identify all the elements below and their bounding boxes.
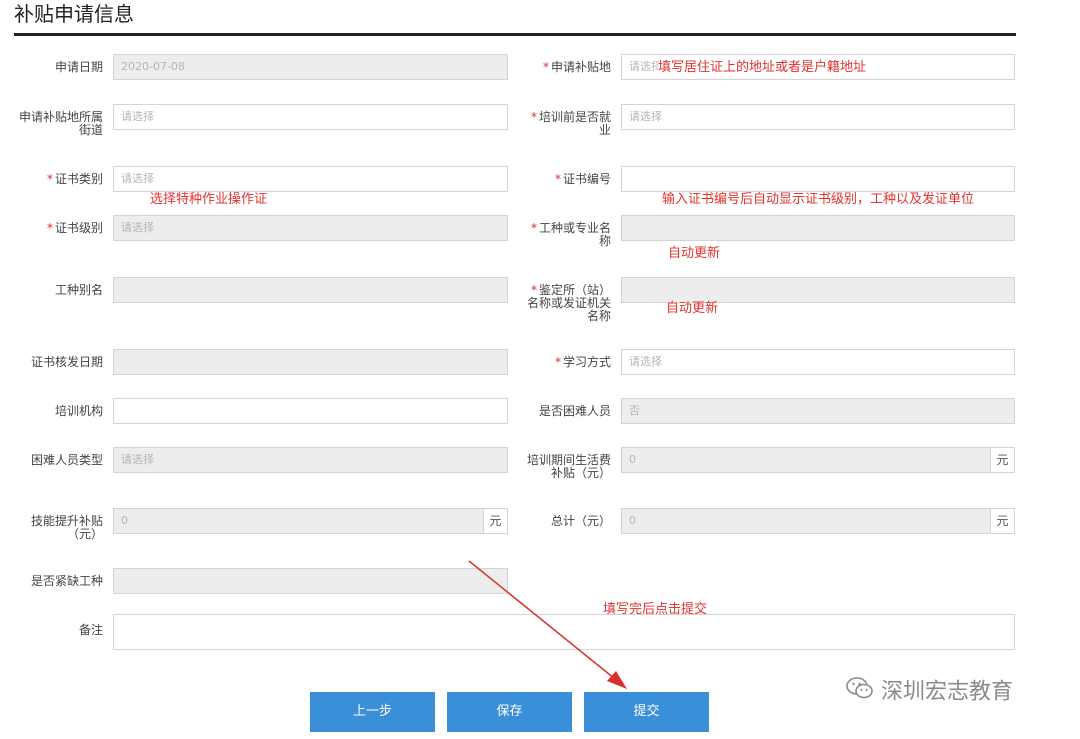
wechat-icon (845, 676, 875, 709)
submit-button[interactable]: 提交 (584, 692, 709, 732)
prev-step-button[interactable]: 上一步 (310, 692, 435, 732)
annotation-arrow (468, 560, 627, 689)
save-button[interactable]: 保存 (447, 692, 572, 732)
watermark-text: 深圳宏志教育 (881, 679, 1014, 705)
watermark: 深圳宏志教育 (845, 676, 1013, 706)
